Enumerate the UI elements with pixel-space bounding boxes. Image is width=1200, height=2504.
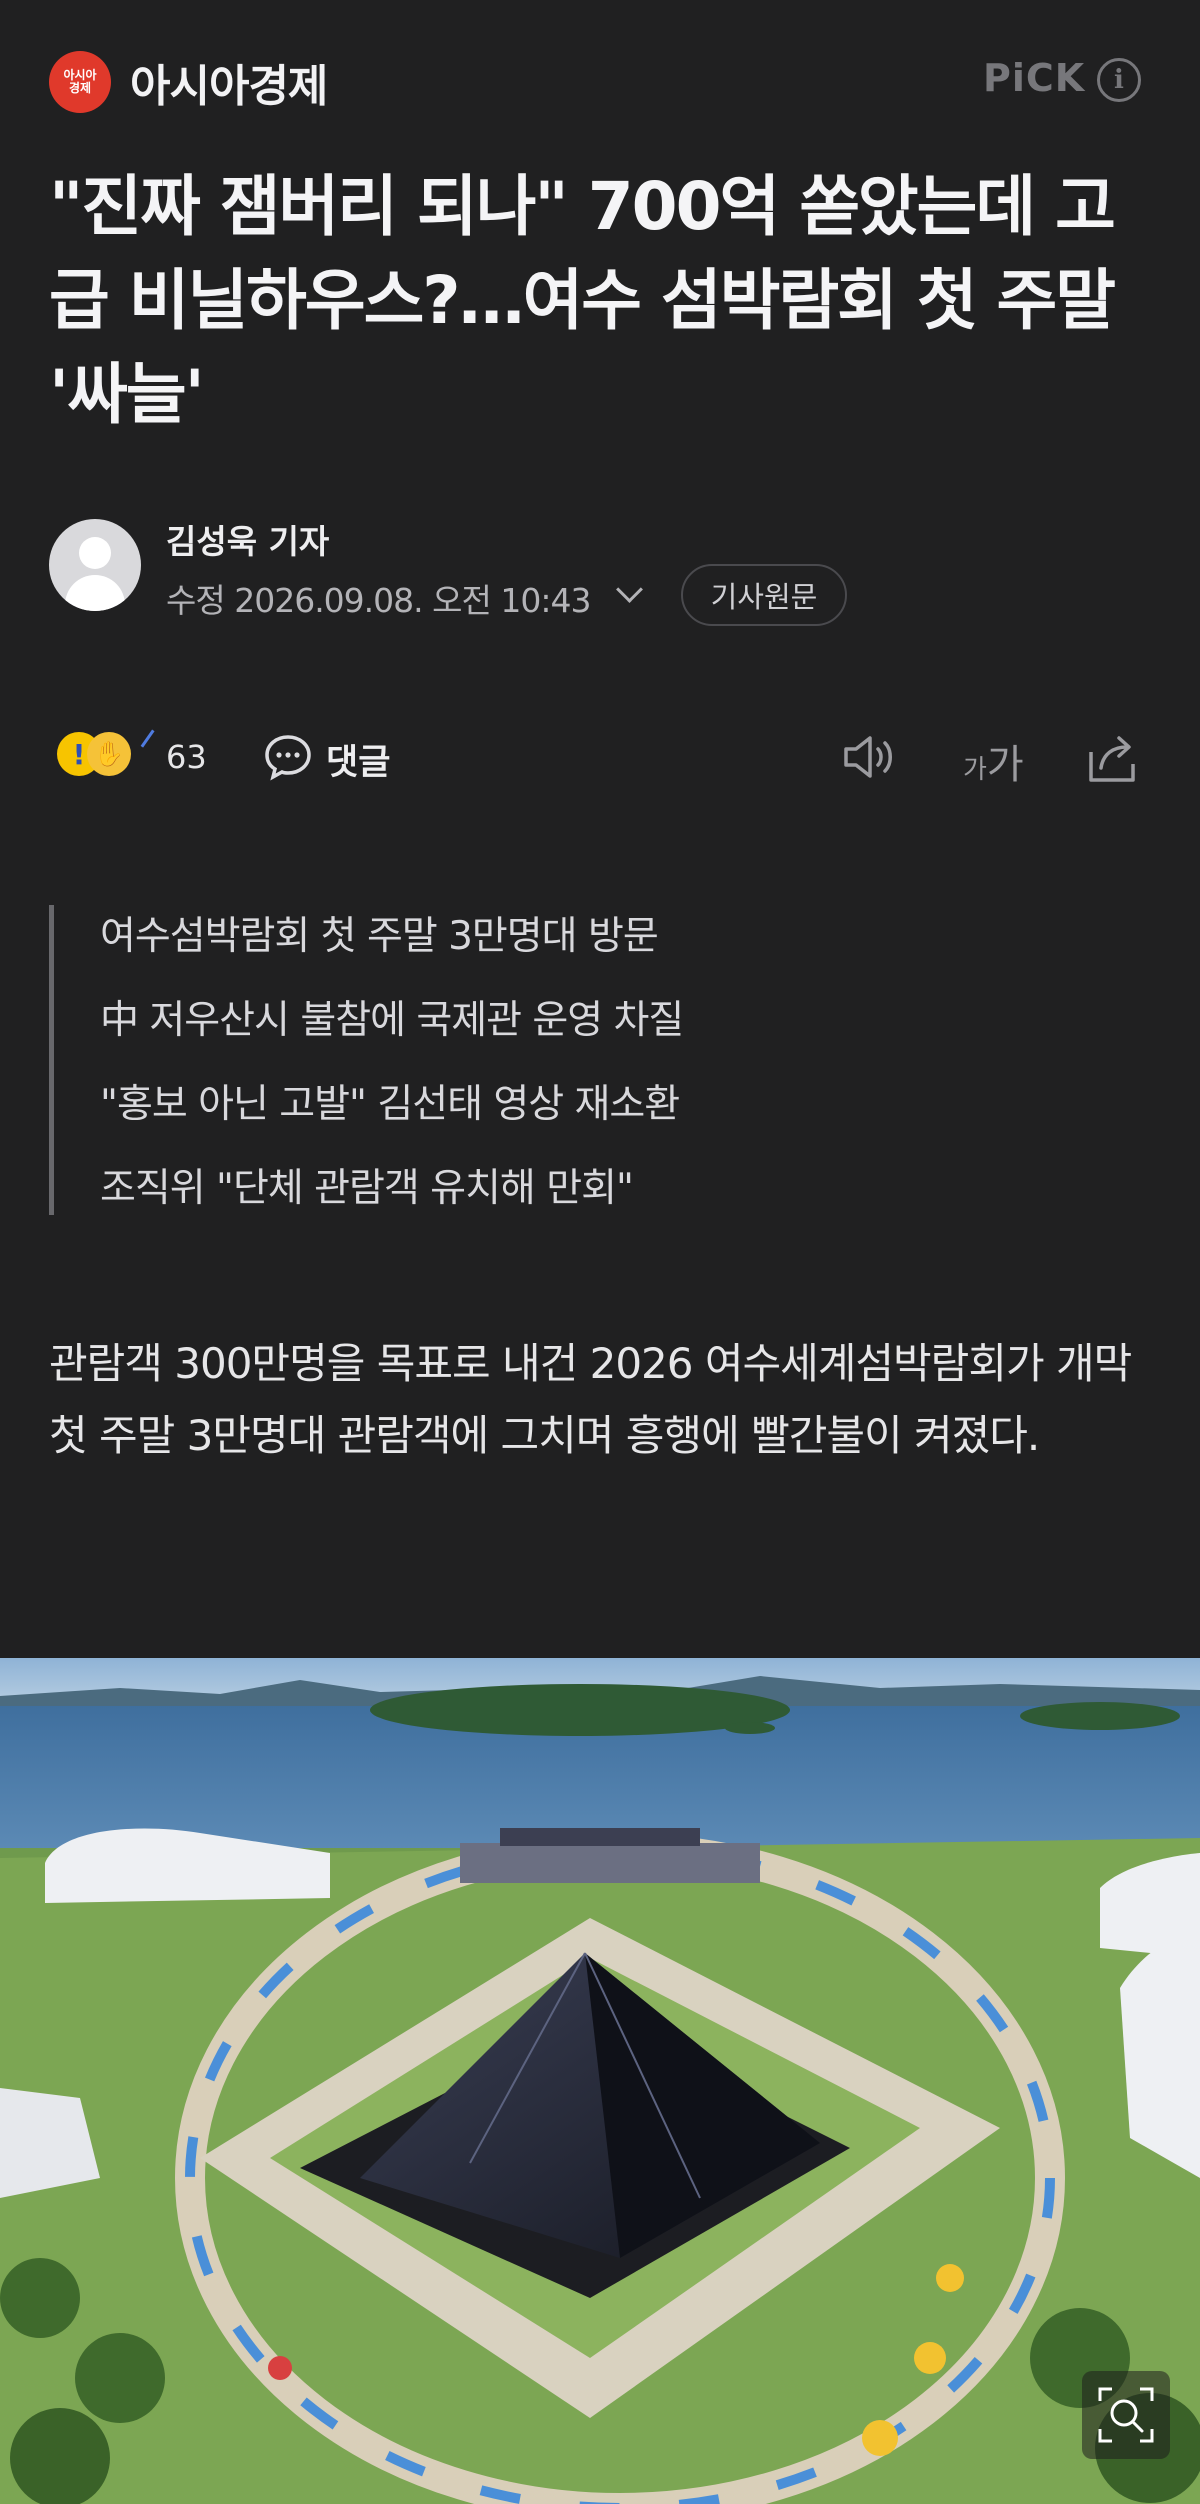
reporter-avatar[interactable]	[49, 519, 141, 611]
original-article-button[interactable]: 기사원문	[681, 564, 847, 626]
article-summary: 여수섬박람회 첫 주말 3만명대 방문 中 저우산시 불참에 국제관 운영 차질…	[49, 905, 1154, 1215]
comment-label[interactable]: 댓글	[326, 734, 390, 785]
chevron-down-icon[interactable]	[616, 576, 643, 603]
comment-icon[interactable]	[263, 732, 313, 782]
press-logo-text-2: 경제	[68, 81, 92, 95]
pick-badge: PiCK	[983, 56, 1086, 100]
font-size-large: 가	[986, 742, 1024, 788]
article-date: 수정 2026.09.08. 오전 10:43	[166, 581, 591, 620]
press-logo[interactable]: 아시아 경제	[49, 51, 111, 113]
summary-line: "홍보 아닌 고발" 김선태 영상 재소환	[100, 1082, 680, 1127]
share-icon[interactable]	[1085, 730, 1141, 786]
article-headline: "진짜 잼버리 되나" 700억 쏟았는데 고급 비닐하우스?…여수 섬박람회 …	[49, 168, 1116, 433]
summary-line: 中 저우산시 불참에 국제관 운영 차질	[100, 998, 684, 1043]
article-photo[interactable]	[0, 1658, 1200, 2504]
article-body: 관람객 300만명을 목표로 내건 2026 여수세계섬박람회가 개막 첫 주말…	[49, 1339, 1132, 1460]
tts-speaker-icon[interactable]	[840, 732, 902, 782]
font-size-icon[interactable]: 가가	[963, 732, 1024, 790]
press-name[interactable]: 아시아경제	[130, 50, 328, 114]
info-icon[interactable]: i	[1097, 58, 1141, 102]
summary-line: 여수섬박람회 첫 주말 3만명대 방문	[100, 914, 659, 959]
reaction-emoji-icon[interactable]: ! ✋	[57, 726, 165, 784]
reaction-count[interactable]: 63	[166, 738, 207, 776]
expo-aerial-image	[0, 1658, 1200, 2504]
reporter-name[interactable]: 김성욱 기자	[166, 515, 329, 563]
zoom-icon[interactable]	[1082, 2371, 1170, 2459]
summary-line: 조직위 "단체 관람객 유치해 만회"	[100, 1166, 634, 1211]
font-size-small: 가	[963, 755, 987, 785]
